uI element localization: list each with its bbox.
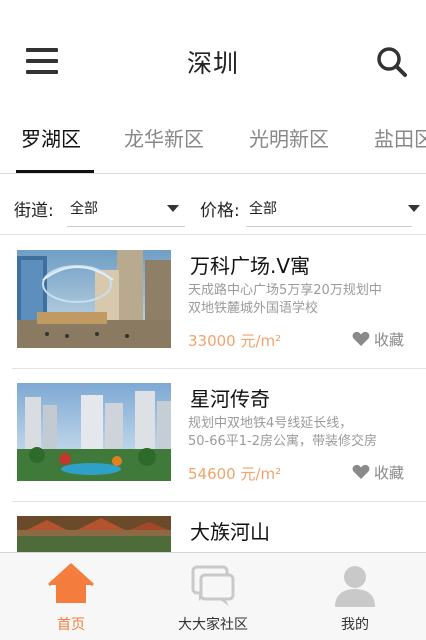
- tab-yantian[interactable]: 盐田区: [374, 123, 426, 152]
- chevron-down-icon: [408, 205, 420, 212]
- street-filter-value: 全部: [70, 201, 98, 217]
- heart-icon: [352, 331, 370, 346]
- nav-community[interactable]: 大大家社区: [142, 553, 284, 640]
- property-price: 33000 元/m²: [188, 332, 282, 350]
- list-item[interactable]: 星河传奇 规划中双地铁4号线延长线， 50-66平1-2房公寓，带装修交房 54…: [12, 369, 426, 502]
- page-title: 深圳: [186, 49, 239, 78]
- property-title: 大族河山: [190, 520, 270, 544]
- street-filter-label: 街道:: [14, 201, 54, 221]
- price-filter-value: 全部: [249, 201, 277, 217]
- property-price: 54600 元/m²: [188, 465, 282, 483]
- nav-profile[interactable]: 我的: [284, 553, 426, 640]
- tab-longhua[interactable]: 龙华新区: [124, 123, 204, 152]
- nav-home-label: 首页: [57, 617, 85, 633]
- district-tabs: 罗湖区 龙华新区 光明新区 盐田区: [0, 112, 426, 174]
- heart-icon: [352, 464, 370, 479]
- list-item[interactable]: 万科广场.V寓 天成路中心广场5万享20万规划中 双地铁麓城外国语学校 3300…: [12, 236, 426, 369]
- street-filter-select[interactable]: 全部: [67, 193, 185, 227]
- active-tab-indicator: [16, 170, 94, 173]
- price-filter-label: 价格:: [200, 201, 240, 221]
- nav-profile-label: 我的: [341, 617, 369, 633]
- favorite-label: 收藏: [374, 464, 405, 482]
- property-title: 星河传奇: [190, 387, 270, 411]
- property-description: 天成路中心广场5万享20万规划中 双地铁麓城外国语学校: [188, 282, 410, 318]
- bottom-navigation: 首页 大大家社区 我的: [0, 552, 426, 640]
- filter-bar: 街道: 全部 价格: 全部: [0, 175, 426, 235]
- search-icon[interactable]: [374, 44, 410, 80]
- description-line: 双地铁麓城外国语学校: [188, 301, 319, 316]
- favorite-label: 收藏: [374, 331, 405, 349]
- property-description: 规划中双地铁4号线延长线， 50-66平1-2房公寓，带装修交房: [188, 415, 410, 451]
- description-line: 规划中双地铁4号线延长线，: [188, 416, 353, 431]
- chat-bubbles-icon: [191, 565, 235, 606]
- nav-community-label: 大大家社区: [178, 617, 248, 633]
- home-icon: [47, 563, 95, 603]
- description-line: 50-66平1-2房公寓，带装修交房: [188, 434, 378, 449]
- tab-guangming[interactable]: 光明新区: [249, 123, 329, 152]
- property-list: 万科广场.V寓 天成路中心广场5万享20万规划中 双地铁麓城外国语学校 3300…: [0, 236, 426, 552]
- list-item[interactable]: 大族河山: [12, 502, 426, 552]
- property-image: [17, 516, 171, 552]
- chevron-down-icon: [167, 205, 179, 212]
- property-image: [17, 250, 171, 348]
- price-filter-select[interactable]: 全部: [246, 193, 420, 227]
- app-header: 深圳: [0, 0, 426, 112]
- nav-home[interactable]: 首页: [0, 553, 142, 640]
- property-title: 万科广场.V寓: [190, 254, 311, 278]
- user-icon: [335, 566, 375, 607]
- description-line: 天成路中心广场5万享20万规划中: [188, 283, 382, 298]
- property-image: [17, 383, 171, 481]
- tab-luohu[interactable]: 罗湖区: [21, 123, 81, 152]
